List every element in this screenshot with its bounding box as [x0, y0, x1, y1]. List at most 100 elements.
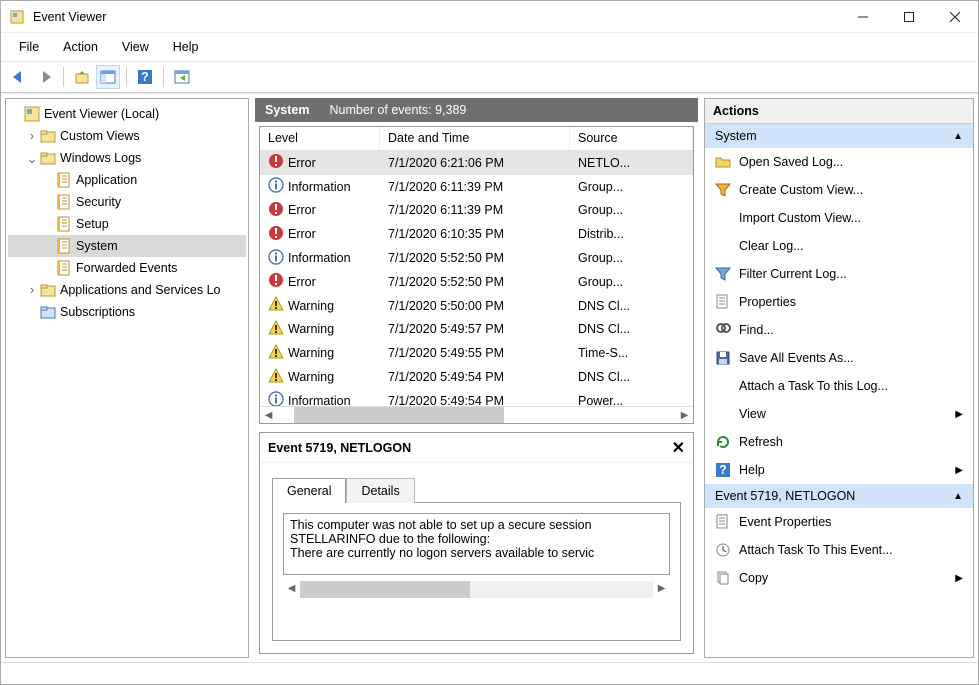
event-viewer-icon	[24, 106, 40, 122]
action-find[interactable]: Find...	[705, 316, 973, 344]
event-row[interactable]: Warning7/1/2020 5:49:54 PMDNS Cl...	[260, 365, 693, 389]
cell-date: 7/1/2020 6:11:39 PM	[380, 178, 570, 196]
tree-windows-logs[interactable]: ⌄Windows Logs	[8, 147, 246, 169]
event-row[interactable]: Error7/1/2020 5:52:50 PMGroup...	[260, 270, 693, 294]
menu-help[interactable]: Help	[163, 37, 209, 57]
menu-file[interactable]: File	[9, 37, 49, 57]
log-icon	[56, 216, 72, 232]
event-row[interactable]: Warning7/1/2020 5:49:57 PMDNS Cl...	[260, 318, 693, 342]
svg-text:?: ?	[141, 70, 149, 84]
up-button[interactable]	[70, 65, 94, 89]
menu-action[interactable]: Action	[53, 37, 108, 57]
warning-icon	[268, 320, 284, 339]
cell-level: Warning	[260, 366, 380, 389]
action-label: Refresh	[739, 435, 963, 449]
tree-application[interactable]: Application	[8, 169, 246, 191]
app-icon	[9, 9, 25, 25]
action-save-all-events-as[interactable]: Save All Events As...	[705, 344, 973, 372]
tree-label: Application	[76, 173, 137, 187]
scroll-thumb[interactable]	[294, 407, 504, 423]
event-detail-panel: Event 5719, NETLOGON ✕ General Details T…	[259, 432, 694, 654]
event-row[interactable]: Information7/1/2020 5:52:50 PMGroup...	[260, 246, 693, 270]
grid-header: System Number of events: 9,389	[255, 98, 698, 122]
none-icon	[715, 238, 731, 254]
tab-general[interactable]: General	[272, 478, 346, 503]
action-clear-log[interactable]: Clear Log...	[705, 232, 973, 260]
scroll-right-icon[interactable]: ►	[676, 407, 693, 424]
action-filter-current-log[interactable]: Filter Current Log...	[705, 260, 973, 288]
help-button[interactable]: ?	[133, 65, 157, 89]
event-row[interactable]: Error7/1/2020 6:11:39 PMGroup...	[260, 199, 693, 223]
event-row[interactable]: Error7/1/2020 6:21:06 PMNETLO...	[260, 151, 693, 175]
menu-view[interactable]: View	[112, 37, 159, 57]
tree-root[interactable]: Event Viewer (Local)	[8, 103, 246, 125]
actions-section-system[interactable]: System▲	[705, 124, 973, 148]
grid-body[interactable]: Error7/1/2020 6:21:06 PMNETLO...Informat…	[260, 151, 693, 406]
show-tree-button[interactable]	[96, 65, 120, 89]
action-properties[interactable]: Properties	[705, 288, 973, 316]
event-row[interactable]: Information7/1/2020 6:11:39 PMGroup...	[260, 175, 693, 199]
cell-level: Error	[260, 199, 380, 222]
error-icon	[268, 272, 284, 291]
action-refresh[interactable]: Refresh	[705, 428, 973, 456]
actions-section-event[interactable]: Event 5719, NETLOGON▲	[705, 484, 973, 508]
col-level[interactable]: Level	[260, 127, 380, 150]
grid-hscroll[interactable]: ◄ ►	[260, 406, 693, 423]
properties-icon	[715, 294, 731, 310]
action-help[interactable]: ?Help▶	[705, 456, 973, 484]
find-icon	[715, 322, 731, 338]
tree-app-services[interactable]: ›Applications and Services Lo	[8, 279, 246, 301]
cell-source: DNS Cl...	[570, 297, 693, 315]
tree-setup[interactable]: Setup	[8, 213, 246, 235]
action-attach-task-to-this-event[interactable]: Attach Task To This Event...	[705, 536, 973, 564]
warning-icon	[268, 344, 284, 363]
actions-header: Actions	[705, 99, 973, 124]
event-row[interactable]: Warning7/1/2020 5:49:55 PMTime-S...	[260, 341, 693, 365]
action-attach-a-task-to-this-log[interactable]: Attach a Task To this Log...	[705, 372, 973, 400]
scroll-left-icon[interactable]: ◄	[260, 407, 277, 424]
cell-source: Group...	[570, 178, 693, 196]
chevron-down-icon[interactable]: ⌄	[24, 151, 40, 166]
forward-button[interactable]	[33, 65, 57, 89]
chevron-right-icon[interactable]: ›	[24, 129, 40, 143]
detail-message[interactable]: This computer was not able to set up a s…	[283, 513, 670, 575]
detail-hscroll[interactable]: ◄ ►	[283, 581, 670, 598]
col-source[interactable]: Source	[570, 127, 693, 150]
action-open-saved-log[interactable]: Open Saved Log...	[705, 148, 973, 176]
event-row[interactable]: Information7/1/2020 5:49:54 PMPower...	[260, 389, 693, 406]
error-icon	[268, 225, 284, 244]
tree-subscriptions[interactable]: Subscriptions	[8, 301, 246, 323]
scroll-right-icon[interactable]: ►	[653, 581, 670, 598]
tree-custom-views[interactable]: ›Custom Views	[8, 125, 246, 147]
filter-icon	[715, 266, 731, 282]
scroll-thumb[interactable]	[300, 581, 470, 598]
tab-details[interactable]: Details	[346, 478, 414, 503]
cell-date: 7/1/2020 5:49:57 PM	[380, 320, 570, 338]
event-row[interactable]: Warning7/1/2020 5:50:00 PMDNS Cl...	[260, 294, 693, 318]
action-copy[interactable]: Copy▶	[705, 564, 973, 592]
back-button[interactable]	[7, 65, 31, 89]
cell-level: Error	[260, 223, 380, 246]
tree-label: System	[76, 239, 118, 253]
action-create-custom-view[interactable]: Create Custom View...	[705, 176, 973, 204]
filter-new-icon	[715, 182, 731, 198]
action-import-custom-view[interactable]: Import Custom View...	[705, 204, 973, 232]
event-row[interactable]: Error7/1/2020 6:10:35 PMDistrib...	[260, 222, 693, 246]
cell-level: Warning	[260, 342, 380, 365]
tree-security[interactable]: Security	[8, 191, 246, 213]
preview-button[interactable]	[170, 65, 194, 89]
close-button[interactable]	[932, 1, 978, 32]
col-date[interactable]: Date and Time	[380, 127, 570, 150]
chevron-right-icon[interactable]: ›	[24, 283, 40, 297]
center-panel: System Number of events: 9,389 Level Dat…	[255, 98, 698, 658]
tree-forwarded-events[interactable]: Forwarded Events	[8, 257, 246, 279]
cell-source: Distrib...	[570, 225, 693, 243]
tree-system[interactable]: System	[8, 235, 246, 257]
scroll-left-icon[interactable]: ◄	[283, 581, 300, 598]
action-event-properties[interactable]: Event Properties	[705, 508, 973, 536]
maximize-button[interactable]	[886, 1, 932, 32]
action-view[interactable]: View▶	[705, 400, 973, 428]
statusbar	[1, 662, 978, 684]
detail-close-icon[interactable]: ✕	[672, 438, 685, 458]
minimize-button[interactable]	[840, 1, 886, 32]
